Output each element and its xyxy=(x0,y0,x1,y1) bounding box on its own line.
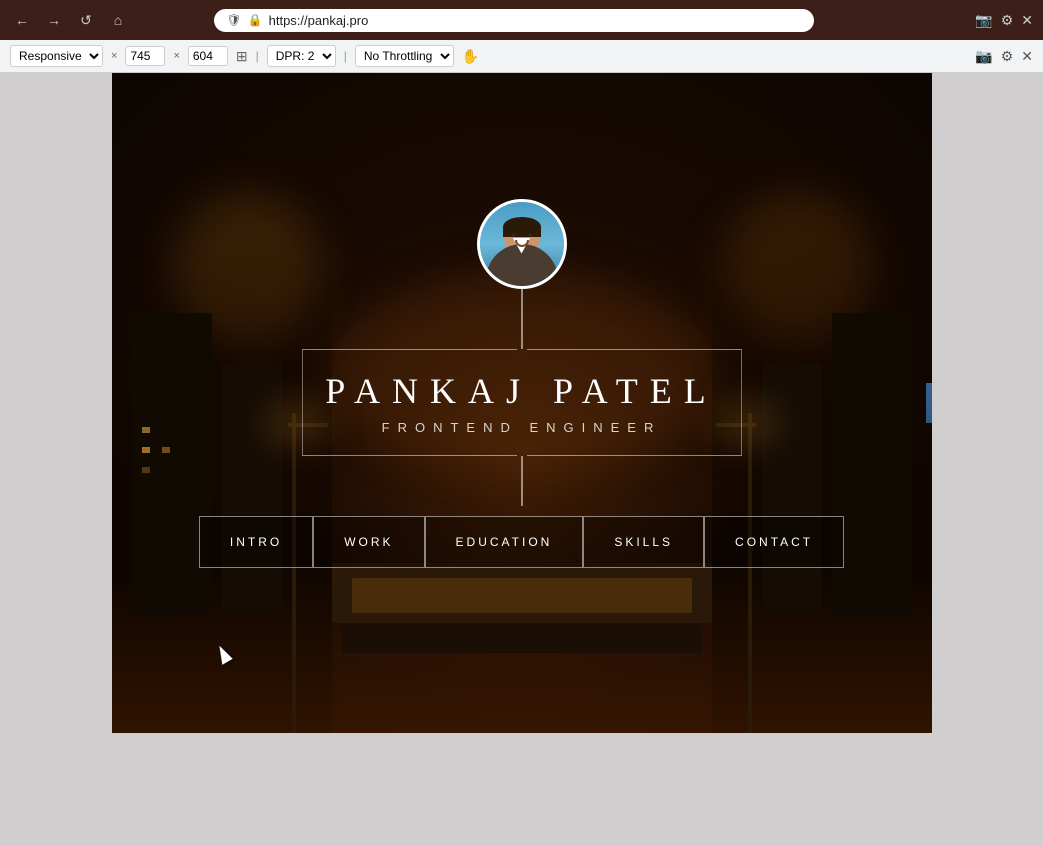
site-background: PANKAJ PATEL FRONTEND ENGINEER INTRO WOR… xyxy=(112,73,932,733)
site-title: FRONTEND ENGINEER xyxy=(303,420,741,435)
home-button[interactable]: ⌂ xyxy=(106,8,130,32)
lock-icon: 🔒 xyxy=(248,13,263,27)
bar-separator2: | xyxy=(344,49,347,63)
nav-contact[interactable]: CONTACT xyxy=(704,516,844,568)
nav-intro[interactable]: INTRO xyxy=(199,516,313,568)
throttle-select[interactable]: No Throttling xyxy=(355,45,454,67)
height-input[interactable] xyxy=(188,46,228,66)
settings-icon[interactable]: ⚙ xyxy=(1001,12,1014,29)
gear-icon[interactable]: ⚙ xyxy=(1001,48,1014,65)
forward-button[interactable]: → xyxy=(42,8,66,32)
devtools-toolbar: Responsive × × ⊞ | DPR: 2 | No Throttlin… xyxy=(0,40,1043,73)
browser-chrome: ← → ↺ ⌂ 🛡 🔒 https://pankaj.pro 📷 ⚙ ✕ Res… xyxy=(0,0,1043,73)
width-input[interactable] xyxy=(125,46,165,66)
back-button[interactable]: ← xyxy=(10,8,34,32)
site-name: PANKAJ PATEL xyxy=(303,370,741,412)
x-separator: × xyxy=(173,50,179,62)
touch-icon[interactable]: ✋ xyxy=(462,48,479,65)
close-icon[interactable]: ✕ xyxy=(1021,48,1033,65)
address-bar[interactable]: 🛡 🔒 https://pankaj.pro xyxy=(214,9,814,32)
responsive-select[interactable]: Responsive xyxy=(10,45,103,67)
resize-icon[interactable]: ⊞ xyxy=(236,48,248,65)
main-content: PANKAJ PATEL FRONTEND ENGINEER INTRO WOR… xyxy=(112,199,932,568)
vertical-line-top xyxy=(521,289,523,349)
nav-skills[interactable]: SKILLS xyxy=(583,516,704,568)
vertical-line-bottom xyxy=(521,456,523,506)
bar-separator: | xyxy=(256,49,259,63)
nav-work[interactable]: WORK xyxy=(313,516,424,568)
shield-icon: 🛡 xyxy=(226,13,241,27)
avatar xyxy=(477,199,567,289)
name-section: PANKAJ PATEL FRONTEND ENGINEER xyxy=(302,350,742,455)
camera-icon[interactable]: 📷 xyxy=(975,48,992,65)
url-text: https://pankaj.pro xyxy=(269,13,369,28)
dpr-select[interactable]: DPR: 2 xyxy=(267,45,336,67)
refresh-button[interactable]: ↺ xyxy=(74,8,98,32)
nav-education[interactable]: EDUCATION xyxy=(425,516,584,568)
screenshot-icon[interactable]: 📷 xyxy=(975,12,992,29)
viewport: PANKAJ PATEL FRONTEND ENGINEER INTRO WOR… xyxy=(112,73,932,733)
dimension-separator: × xyxy=(111,50,117,62)
nav-buttons: INTRO WORK EDUCATION SKILLS CONTACT xyxy=(199,516,844,568)
close-devtools-icon[interactable]: ✕ xyxy=(1021,12,1033,29)
